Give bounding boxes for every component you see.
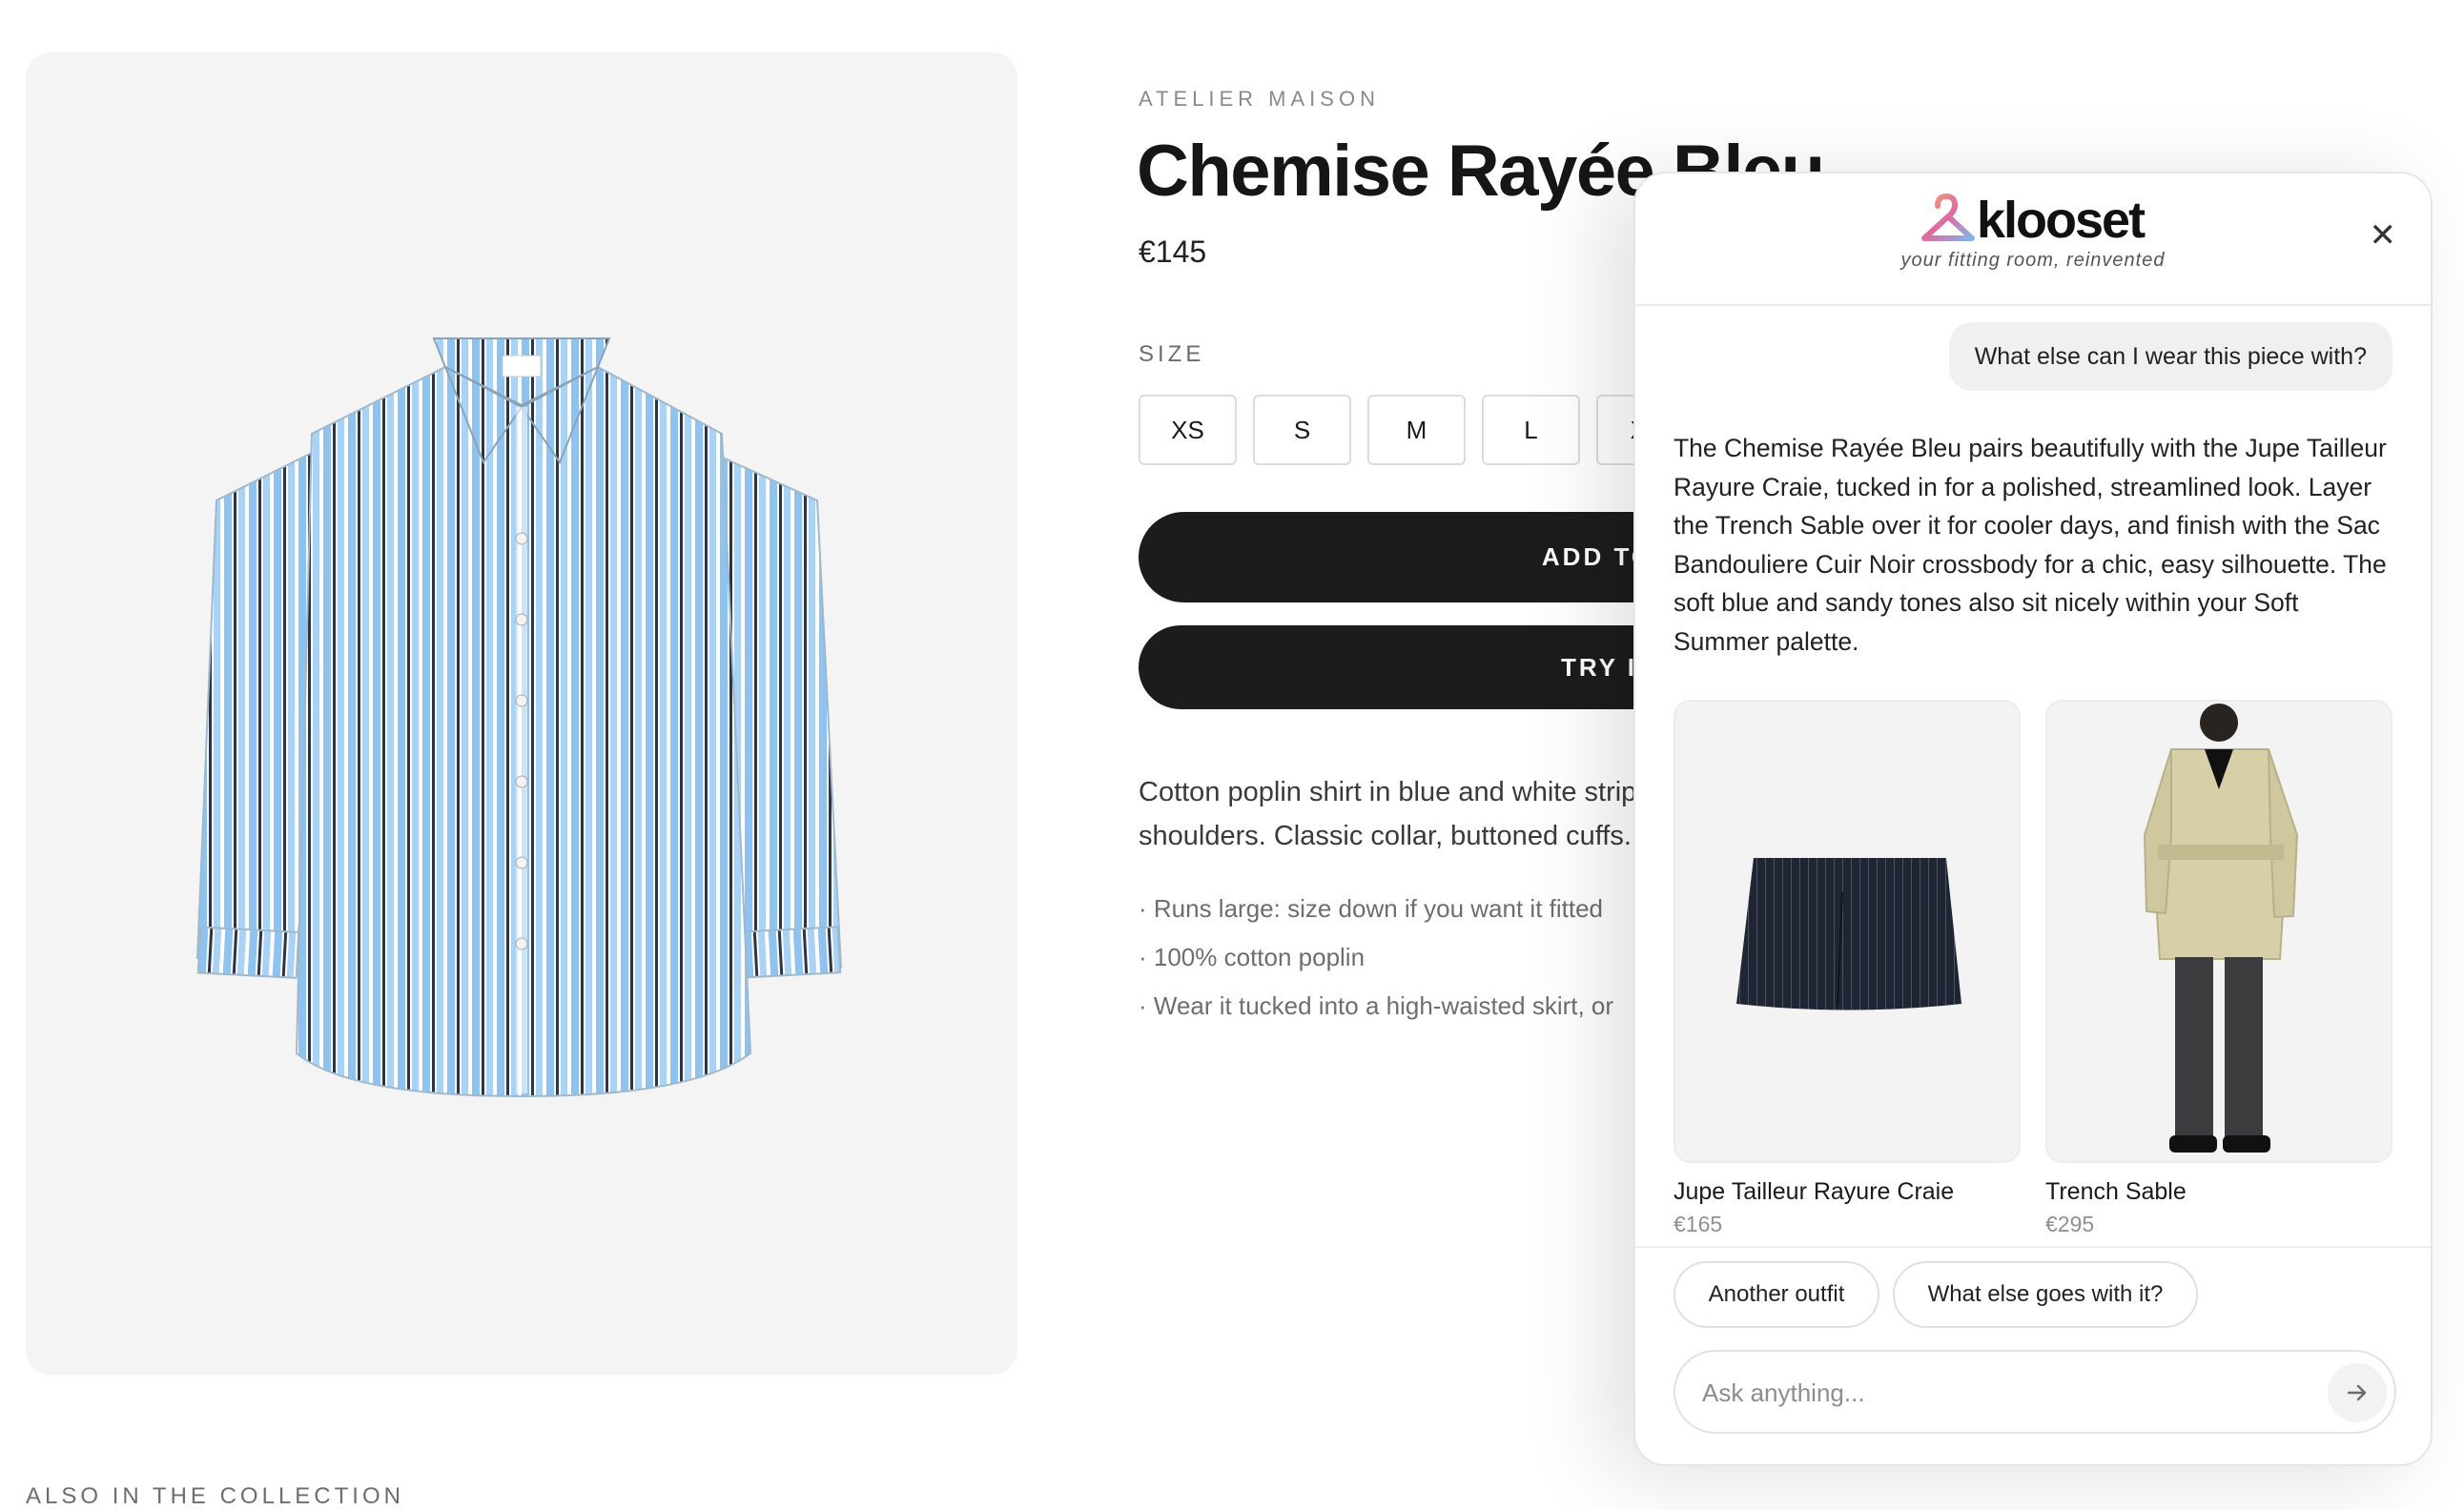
trench-coat-model-image: [2143, 704, 2299, 1153]
size-option-s[interactable]: S: [1253, 395, 1351, 465]
product-name[interactable]: Trench Sable: [2045, 1178, 2392, 1206]
size-option-xs[interactable]: XS: [1139, 395, 1237, 465]
send-button[interactable]: [2328, 1363, 2387, 1422]
striped-shirt-image: [195, 337, 843, 1098]
product-price: €165: [1673, 1212, 1723, 1236]
size-selector: XS S M L XL: [1139, 395, 1694, 465]
product-details-list: · Runs large: size down if you want it f…: [1139, 894, 1613, 1040]
suggestion-chip-what-else[interactable]: What else goes with it?: [1893, 1261, 2198, 1328]
klooset-logo-text: klooset: [1977, 192, 2146, 249]
klooset-chat-widget: klooset your fitting room, reinvented ✕ …: [1633, 172, 2433, 1466]
detail-item: · 100% cotton poplin: [1139, 943, 1365, 971]
product-image-gallery[interactable]: [26, 52, 1017, 1375]
chat-tagline: your fitting room, reinvented: [1900, 250, 2166, 271]
chat-header: klooset your fitting room, reinvented ✕: [1635, 173, 2431, 306]
product-name[interactable]: Jupe Tailleur Rayure Craie: [1673, 1178, 2021, 1206]
recommended-product-card[interactable]: Trench Sable €295: [2045, 700, 2392, 1237]
detail-item: · Wear it tucked into a high-waisted ski…: [1139, 991, 1614, 1020]
chat-input-container: [1673, 1350, 2396, 1434]
product-price: €145: [1139, 235, 1207, 269]
skirt-image: [1736, 858, 1961, 1010]
detail-item: · Runs large: size down if you want it f…: [1139, 894, 1604, 923]
arrow-right-icon: [2347, 1384, 2367, 1401]
assistant-message: The Chemise Rayée Bleu pairs beautifully…: [1673, 434, 2387, 656]
recommended-product-card[interactable]: Jupe Tailleur Rayure Craie €165: [1673, 700, 2021, 1237]
size-option-m[interactable]: M: [1367, 395, 1466, 465]
product-thumbnail[interactable]: [2045, 700, 2392, 1163]
size-label: SIZE: [1139, 341, 1205, 367]
close-icon[interactable]: ✕: [2370, 219, 2397, 252]
brand-name: ATELIER MAISON: [1139, 87, 1380, 111]
divider: [1635, 1246, 2431, 1248]
product-price: €295: [2045, 1212, 2095, 1236]
suggestion-chip-another-outfit[interactable]: Another outfit: [1673, 1261, 1879, 1328]
size-option-l[interactable]: L: [1482, 395, 1580, 465]
user-message: What else can I wear this piece with?: [1948, 322, 2392, 391]
product-thumbnail[interactable]: [1673, 700, 2021, 1163]
chat-input[interactable]: [1700, 1352, 2295, 1434]
